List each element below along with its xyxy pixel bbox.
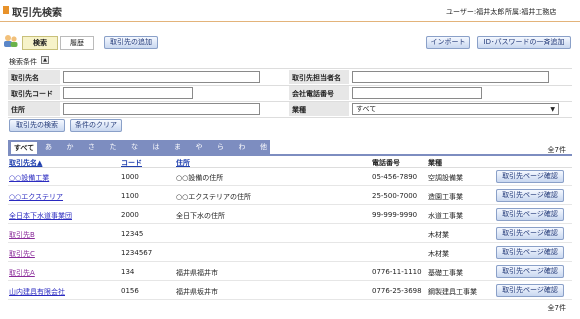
- partner-phone: 0776-11-1110: [372, 268, 422, 276]
- partner-industry: 造園工事業: [428, 193, 463, 201]
- partner-address: 福井県坂井市: [176, 288, 218, 296]
- kana-tab[interactable]: は: [146, 141, 167, 155]
- partner-code: 1000: [121, 173, 139, 181]
- table-row: ○○エクステリア 1100 ○○エクステリアの住所 25-500-7000 造園工事業 取…: [8, 187, 572, 205]
- kana-tab[interactable]: すべて: [10, 141, 38, 155]
- title-bar: 取引先検索 ユーザー:福井太郎 所属:福井工務店: [0, 0, 580, 22]
- industry-label: 業種: [292, 106, 306, 114]
- table-row: ○○設備工業 1000 ○○設備の住所 05-456-7890 空調設備業 取引先ページ確…: [8, 168, 572, 186]
- title-divider: [0, 21, 580, 22]
- partner-address: 福井県福井市: [176, 269, 218, 277]
- partner-name-link[interactable]: 取引先B: [9, 230, 35, 240]
- view-partner-page-button[interactable]: 取引先ページ確認: [496, 246, 564, 259]
- contact-name-input[interactable]: [352, 71, 549, 83]
- partner-phone: 25-500-7000: [372, 192, 418, 200]
- partner-name-link[interactable]: 取引先C: [9, 249, 35, 259]
- view-partner-page-button[interactable]: 取引先ページ確認: [496, 284, 564, 297]
- view-partner-page-button[interactable]: 取引先ページ確認: [496, 208, 564, 221]
- form-divider: [8, 68, 572, 69]
- partner-industry: 空調設備業: [428, 174, 463, 182]
- bulk-id-password-button[interactable]: ID･パスワードの一斉追加: [477, 36, 571, 49]
- partner-phone: 0776-25-3698: [372, 287, 422, 295]
- clear-conditions-button[interactable]: 条件のクリア: [70, 119, 122, 132]
- user-name: ユーザー:福井太郎: [446, 8, 505, 16]
- partner-code: 134: [121, 268, 135, 276]
- partner-code-input[interactable]: [63, 87, 193, 99]
- partner-address: ○○エクステリアの住所: [176, 193, 252, 201]
- kana-tab[interactable]: か: [60, 141, 81, 155]
- partner-code: 1100: [121, 192, 139, 200]
- partner-name-link[interactable]: 山内建具有限会社: [9, 287, 65, 297]
- kana-tab[interactable]: 他: [253, 141, 274, 155]
- collapse-toggle[interactable]: ▲: [41, 56, 49, 64]
- partner-name-input[interactable]: [63, 71, 260, 83]
- form-divider: [8, 117, 572, 118]
- partner-code-label: 取引先コード: [11, 90, 53, 98]
- kana-tab[interactable]: ま: [167, 141, 188, 155]
- company-phone-label: 会社電話番号: [292, 90, 334, 98]
- table-row: 取引先C 1234567 木材業 取引先ページ確認: [8, 244, 572, 262]
- partner-phone: 05-456-7890: [372, 173, 418, 181]
- result-count: 全7件: [547, 146, 566, 154]
- contact-name-label: 取引先担当者名: [292, 74, 341, 82]
- table-row: 全日本下水道事業団 2000 全日下水の住所 99-999-9990 水道工事業 取引先ペ…: [8, 206, 572, 224]
- partner-name-link[interactable]: ○○エクステリア: [9, 192, 63, 202]
- partner-name-link[interactable]: 全日本下水道事業団: [9, 211, 72, 221]
- address-label: 住所: [11, 106, 25, 114]
- result-count-bottom: 全7件: [547, 304, 566, 312]
- add-partner-button[interactable]: 取引先の追加: [104, 36, 158, 49]
- company-phone-input[interactable]: [352, 87, 482, 99]
- view-partner-page-button[interactable]: 取引先ページ確認: [496, 170, 564, 183]
- partner-name-label: 取引先名: [11, 74, 39, 82]
- table-row: 山内建具有限会社 0156 福井県坂井市 0776-25-3698 鋼製建具工事業 取引先…: [8, 282, 572, 300]
- tab-history[interactable]: 履歴: [60, 36, 94, 50]
- partner-name-link[interactable]: 取引先A: [9, 268, 35, 278]
- partner-industry: 基礎工事業: [428, 269, 463, 277]
- tab-search[interactable]: 検索: [22, 36, 58, 50]
- view-partner-page-button[interactable]: 取引先ページ確認: [496, 227, 564, 240]
- chevron-down-icon: ▼: [550, 106, 555, 113]
- user-department: 所属:福井工務店: [505, 8, 557, 16]
- search-partner-button[interactable]: 取引先の検索: [9, 119, 65, 132]
- partner-name-link[interactable]: ○○設備工業: [9, 173, 49, 183]
- kana-tab[interactable]: や: [189, 141, 210, 155]
- kana-tab[interactable]: さ: [81, 141, 102, 155]
- industry-select-value: すべて: [356, 105, 377, 113]
- kana-tab[interactable]: ら: [210, 141, 231, 155]
- kana-tab[interactable]: あ: [38, 141, 59, 155]
- table-row: 取引先A 134 福井県福井市 0776-11-1110 基礎工事業 取引先ページ確認: [8, 263, 572, 281]
- industry-select[interactable]: すべて ▼: [352, 103, 559, 115]
- kana-divider: [8, 154, 572, 156]
- address-input[interactable]: [63, 103, 260, 115]
- title-bullet-icon: [3, 6, 9, 14]
- kana-tab[interactable]: な: [124, 141, 145, 155]
- kana-tab[interactable]: た: [103, 141, 124, 155]
- table-row: 取引先B 12345 木材業 取引先ページ確認: [8, 225, 572, 243]
- page-title: 取引先検索: [12, 8, 62, 19]
- partner-code: 1234567: [121, 249, 153, 257]
- partner-industry: 鋼製建具工事業: [428, 288, 477, 296]
- partner-industry: 木材業: [428, 231, 449, 239]
- partner-address: 全日下水の住所: [176, 212, 225, 220]
- kana-tab[interactable]: わ: [232, 141, 253, 155]
- partner-industry: 水道工事業: [428, 212, 463, 220]
- search-conditions-label: 検索条件: [9, 58, 37, 66]
- partner-code: 12345: [121, 230, 144, 238]
- users-icon: [4, 35, 18, 47]
- partner-industry: 木材業: [428, 250, 449, 258]
- view-partner-page-button[interactable]: 取引先ページ確認: [496, 265, 564, 278]
- partner-code: 0156: [121, 287, 139, 295]
- import-button[interactable]: インポート: [426, 36, 470, 49]
- partner-code: 2000: [121, 211, 139, 219]
- view-partner-page-button[interactable]: 取引先ページ確認: [496, 189, 564, 202]
- partner-address: ○○設備の住所: [176, 174, 224, 182]
- partner-phone: 99-999-9990: [372, 211, 418, 219]
